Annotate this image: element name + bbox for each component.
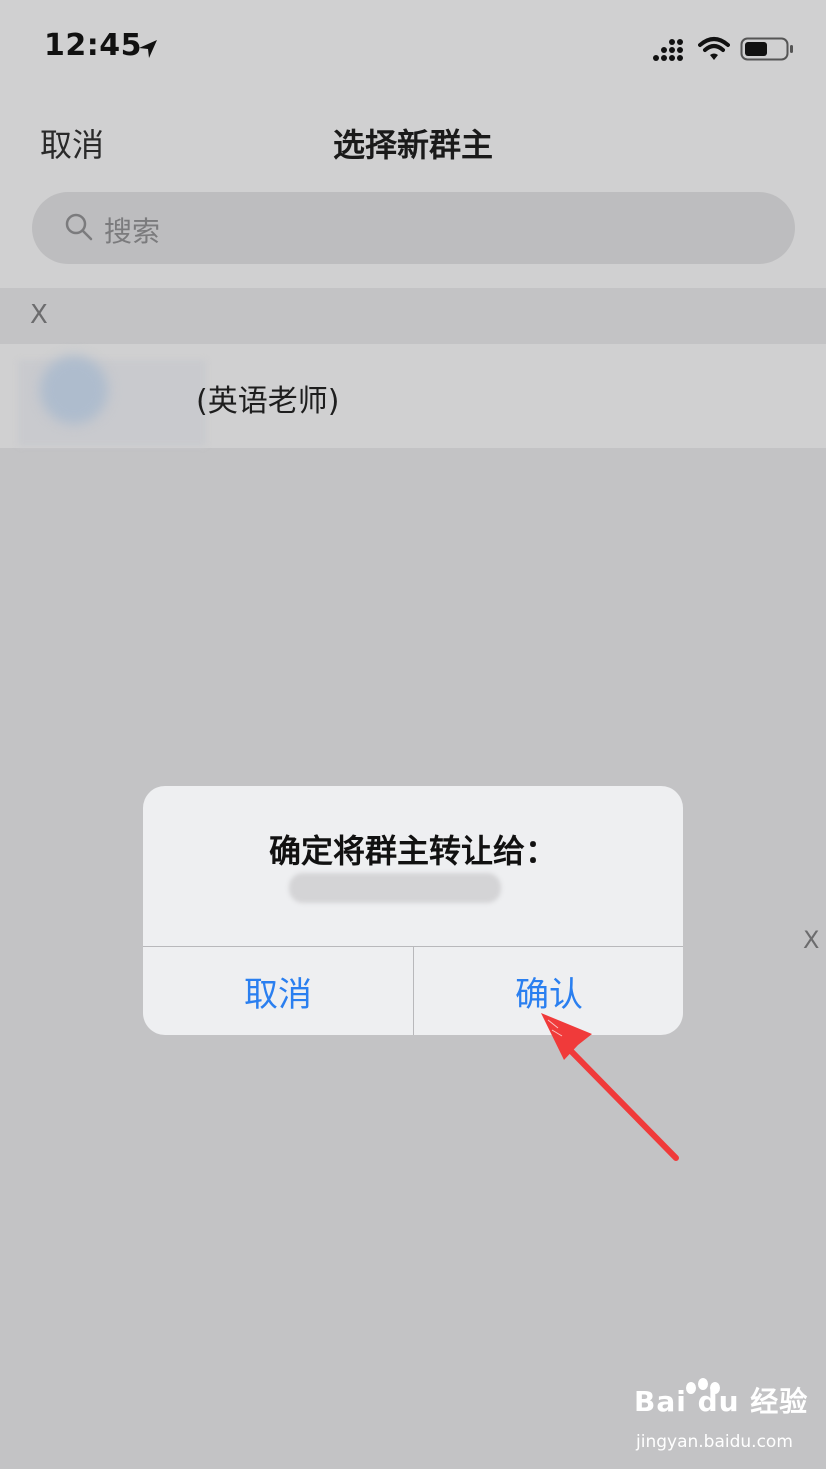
battery-icon xyxy=(740,37,793,61)
status-time: 12:45 xyxy=(44,28,142,63)
avatar xyxy=(40,356,108,424)
index-letter[interactable]: X xyxy=(803,926,819,954)
search-placeholder: 搜索 xyxy=(104,215,161,248)
cellular-signal-icon xyxy=(653,39,683,61)
section-header xyxy=(0,288,826,344)
contact-name: (英语老师) xyxy=(196,384,340,419)
confirm-dialog: 确定将群主转让给： 取消 确认 xyxy=(143,786,683,1035)
wifi-icon xyxy=(698,37,730,60)
dialog-title: 确定将群主转让给： xyxy=(268,832,557,870)
search-icon xyxy=(65,213,93,241)
annotation-arrow-icon xyxy=(541,1013,679,1161)
redacted-member-name xyxy=(289,873,501,903)
section-letter: X xyxy=(30,300,48,330)
watermark-brand: Bai du 经验 xyxy=(634,1385,809,1418)
watermark-url: jingyan.baidu.com xyxy=(636,1432,793,1452)
location-arrow-icon xyxy=(139,40,157,58)
page-title: 选择新群主 xyxy=(332,126,493,164)
dialog-cancel-button[interactable]: 取消 xyxy=(143,947,413,1035)
